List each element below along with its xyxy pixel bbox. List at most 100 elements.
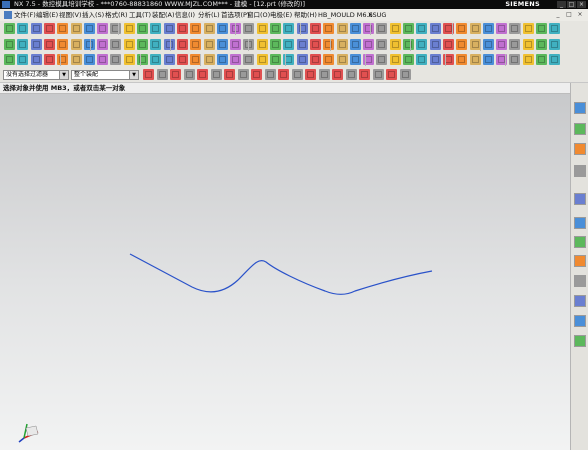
slot-button[interactable] <box>97 23 109 34</box>
redo-button[interactable] <box>323 39 335 50</box>
view-button[interactable] <box>469 39 481 50</box>
snap-point-icon[interactable] <box>143 69 154 80</box>
shell-button[interactable] <box>216 23 228 34</box>
curve-button[interactable] <box>482 54 494 65</box>
join-button[interactable] <box>403 54 414 65</box>
boss-button[interactable] <box>323 23 335 34</box>
minimize-button[interactable]: _ <box>557 1 566 8</box>
mirror-button[interactable] <box>429 54 441 65</box>
endpoint-snap-icon[interactable] <box>210 69 222 80</box>
pocket-button[interactable] <box>336 23 348 34</box>
sew-button[interactable] <box>256 54 268 65</box>
pan-button[interactable] <box>150 39 162 50</box>
shell-button[interactable] <box>482 23 494 34</box>
selection-filter-dropdown[interactable]: 没有选择过滤器 ▼ <box>3 70 69 80</box>
sew-button[interactable] <box>522 54 534 65</box>
select-body-icon[interactable] <box>183 69 195 80</box>
blend-button[interactable] <box>456 23 468 34</box>
select-face-icon[interactable] <box>345 69 357 80</box>
sketch-button[interactable] <box>536 23 547 34</box>
extract-button[interactable] <box>150 54 162 65</box>
split-button[interactable] <box>522 23 534 34</box>
point-on-curve-icon[interactable] <box>291 69 303 80</box>
spline-curve[interactable] <box>129 253 433 295</box>
extrude-button[interactable] <box>549 23 561 34</box>
bridge-button[interactable] <box>97 54 109 65</box>
hide-button[interactable] <box>230 39 242 50</box>
wireframe-button[interactable] <box>176 39 188 50</box>
project-button[interactable] <box>376 54 388 65</box>
new-button[interactable] <box>536 39 547 50</box>
spline-button[interactable] <box>336 54 348 65</box>
doc-close-button[interactable]: × <box>576 11 584 18</box>
show-button[interactable] <box>509 39 521 50</box>
layer-button[interactable] <box>190 39 202 50</box>
arc-button[interactable] <box>17 54 29 65</box>
groove-button[interactable] <box>110 23 122 34</box>
scope-dropdown[interactable]: 整个装配 ▼ <box>71 70 139 80</box>
open-button[interactable] <box>283 39 295 50</box>
intersect-button[interactable] <box>389 54 401 65</box>
existing-point-icon[interactable] <box>305 69 316 80</box>
fit-button[interactable] <box>376 39 388 50</box>
fit-button[interactable] <box>110 39 122 50</box>
hd3d-tools-icon[interactable] <box>574 193 586 205</box>
menu-assemblies[interactable]: 装配(A) <box>152 10 175 20</box>
offset-button[interactable] <box>349 54 361 65</box>
reuse-library-icon[interactable] <box>574 165 586 177</box>
measure-button[interactable] <box>256 39 268 50</box>
project-button[interactable] <box>110 54 122 65</box>
menu-information[interactable]: 信息(I) <box>175 10 195 20</box>
center-point-icon[interactable] <box>264 69 276 80</box>
circle-button[interactable] <box>30 54 42 65</box>
extrude-button[interactable] <box>283 23 295 34</box>
sketch-button[interactable] <box>4 23 15 34</box>
save-button[interactable] <box>30 39 42 50</box>
edit-button[interactable] <box>469 54 481 65</box>
measure-button[interactable] <box>522 39 534 50</box>
datum-axis-button[interactable] <box>150 23 162 34</box>
line-button[interactable] <box>4 54 15 65</box>
datum-axis-button[interactable] <box>416 23 428 34</box>
select-edge-icon[interactable] <box>359 69 370 80</box>
menu-window[interactable]: 窗口(O) <box>247 10 270 20</box>
csys-button[interactable] <box>163 23 175 34</box>
hide-button[interactable] <box>496 39 508 50</box>
text-button[interactable] <box>57 54 69 65</box>
system-scenes-icon[interactable] <box>574 315 586 327</box>
new-button[interactable] <box>270 39 281 50</box>
curve-button[interactable] <box>216 54 228 65</box>
feature-button[interactable] <box>389 23 401 34</box>
view-button[interactable] <box>203 39 215 50</box>
join-button[interactable] <box>137 54 148 65</box>
rectangle-button[interactable] <box>43 54 55 65</box>
layer-button[interactable] <box>456 39 468 50</box>
control-point-icon[interactable] <box>237 69 249 80</box>
rotate-button[interactable] <box>403 39 414 50</box>
slot-button[interactable] <box>363 23 375 34</box>
nx-app-icon[interactable] <box>2 1 10 8</box>
snap-point-icon[interactable] <box>332 69 343 80</box>
chevron-down-icon[interactable]: ▼ <box>59 71 68 79</box>
revolve-button[interactable] <box>296 23 308 34</box>
menu-insert[interactable]: 插入(S) <box>82 10 104 20</box>
rotate-button[interactable] <box>137 39 148 50</box>
arc-button[interactable] <box>549 54 561 65</box>
line-button[interactable] <box>270 54 281 65</box>
copy-button[interactable] <box>70 39 82 50</box>
split-button[interactable] <box>256 23 268 34</box>
part-navigator-icon[interactable] <box>574 143 586 155</box>
menu-preferences[interactable]: 首选项(P) <box>221 10 250 20</box>
endpoint-snap-icon[interactable] <box>399 69 411 80</box>
pattern-button[interactable] <box>176 54 188 65</box>
maximize-button[interactable]: □ <box>567 1 576 8</box>
menu-view[interactable]: 视图(V) <box>59 10 82 20</box>
undo-button[interactable] <box>309 39 321 50</box>
hole-button[interactable] <box>43 23 55 34</box>
web-browser-icon[interactable] <box>574 217 586 229</box>
surface-button[interactable] <box>230 54 242 65</box>
menu-edit[interactable]: 编辑(E) <box>36 10 58 20</box>
chamfer-button[interactable] <box>203 23 215 34</box>
select-curve-icon[interactable] <box>197 69 208 80</box>
extract-button[interactable] <box>416 54 428 65</box>
